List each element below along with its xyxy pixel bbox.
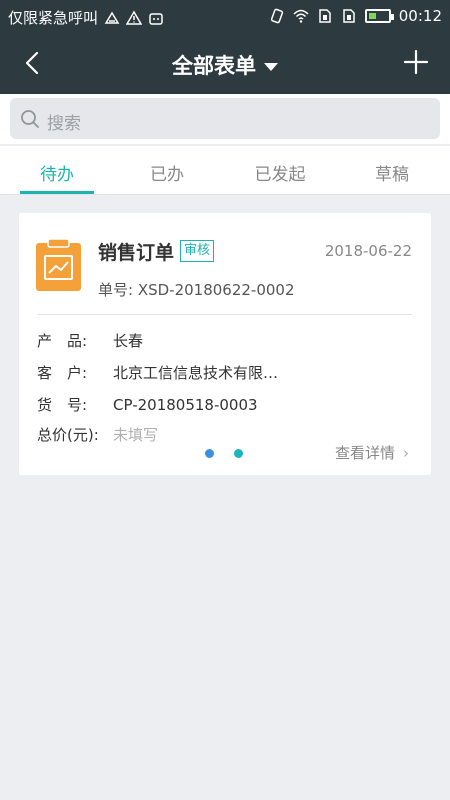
field-label: 客 户:: [37, 364, 88, 382]
form-filter-dropdown[interactable]: 全部表单: [0, 50, 450, 80]
sim1-icon: [319, 9, 331, 23]
view-details-label: 查看详情: [334, 444, 395, 462]
field-label: 货 号:: [37, 396, 88, 414]
plus-icon[interactable]: [402, 48, 430, 76]
status-bar: 仅限紧急呼叫 00:12: [0, 0, 450, 32]
view-details-link[interactable]: 查看详情 ›: [335, 442, 409, 463]
field-label: 产 品:: [37, 332, 88, 350]
tab-todo[interactable]: 待办: [2, 160, 112, 185]
search-input[interactable]: 搜索: [10, 98, 440, 139]
chevron-right-icon: ›: [403, 444, 409, 462]
clock-text: 00:12: [398, 7, 442, 25]
android-icon: [149, 12, 163, 25]
page-dot: [205, 449, 214, 458]
active-tab-indicator: [20, 191, 94, 194]
search-icon: [21, 110, 39, 128]
rotate-icon: [270, 8, 283, 24]
field-product: 产 品: 长春: [37, 330, 143, 351]
field-value: 长春: [113, 332, 144, 350]
order-number: 单号: XSD-20180622-0002: [98, 281, 295, 299]
form-card[interactable]: 销售订单 审核 2018-06-22 单号: XSD-20180622-0002…: [19, 213, 431, 475]
field-item-no: 货 号: CP-20180518-0003: [37, 394, 258, 415]
search-bar: 搜索: [0, 94, 450, 144]
card-divider: [37, 314, 412, 315]
clipboard-chart-icon: [36, 239, 81, 291]
field-value: 北京工信信息技术有限…: [113, 364, 279, 382]
page-title: 全部表单: [172, 54, 256, 78]
warning-icon: [126, 10, 143, 25]
carrier-text: 仅限紧急呼叫: [8, 9, 99, 27]
field-label: 总价(元):: [37, 426, 99, 444]
tab-done[interactable]: 已办: [112, 160, 222, 185]
field-customer: 客 户: 北京工信信息技术有限…: [37, 362, 278, 383]
form-type-title: 销售订单: [98, 242, 175, 264]
form-date: 2018-06-22: [324, 242, 412, 260]
field-total-price: 总价(元): 未填写: [37, 424, 158, 445]
tab-initiated[interactable]: 已发起: [225, 160, 335, 185]
field-value: CP-20180518-0003: [113, 396, 258, 414]
page-dot: [234, 449, 243, 458]
caret-down-icon: [264, 63, 278, 71]
app-header: 全部表单: [0, 32, 450, 94]
tab-drafts[interactable]: 草稿: [337, 160, 447, 185]
field-value: 未填写: [113, 426, 159, 444]
sim2-icon: [343, 9, 355, 23]
status-badge: 审核: [180, 240, 215, 262]
tab-bar: 待办 已办 已发起 草稿: [0, 146, 450, 195]
search-placeholder: 搜索: [47, 114, 81, 134]
wifi-icon: [293, 9, 309, 23]
battery-icon: [364, 9, 394, 23]
sim-icon: [104, 11, 120, 24]
